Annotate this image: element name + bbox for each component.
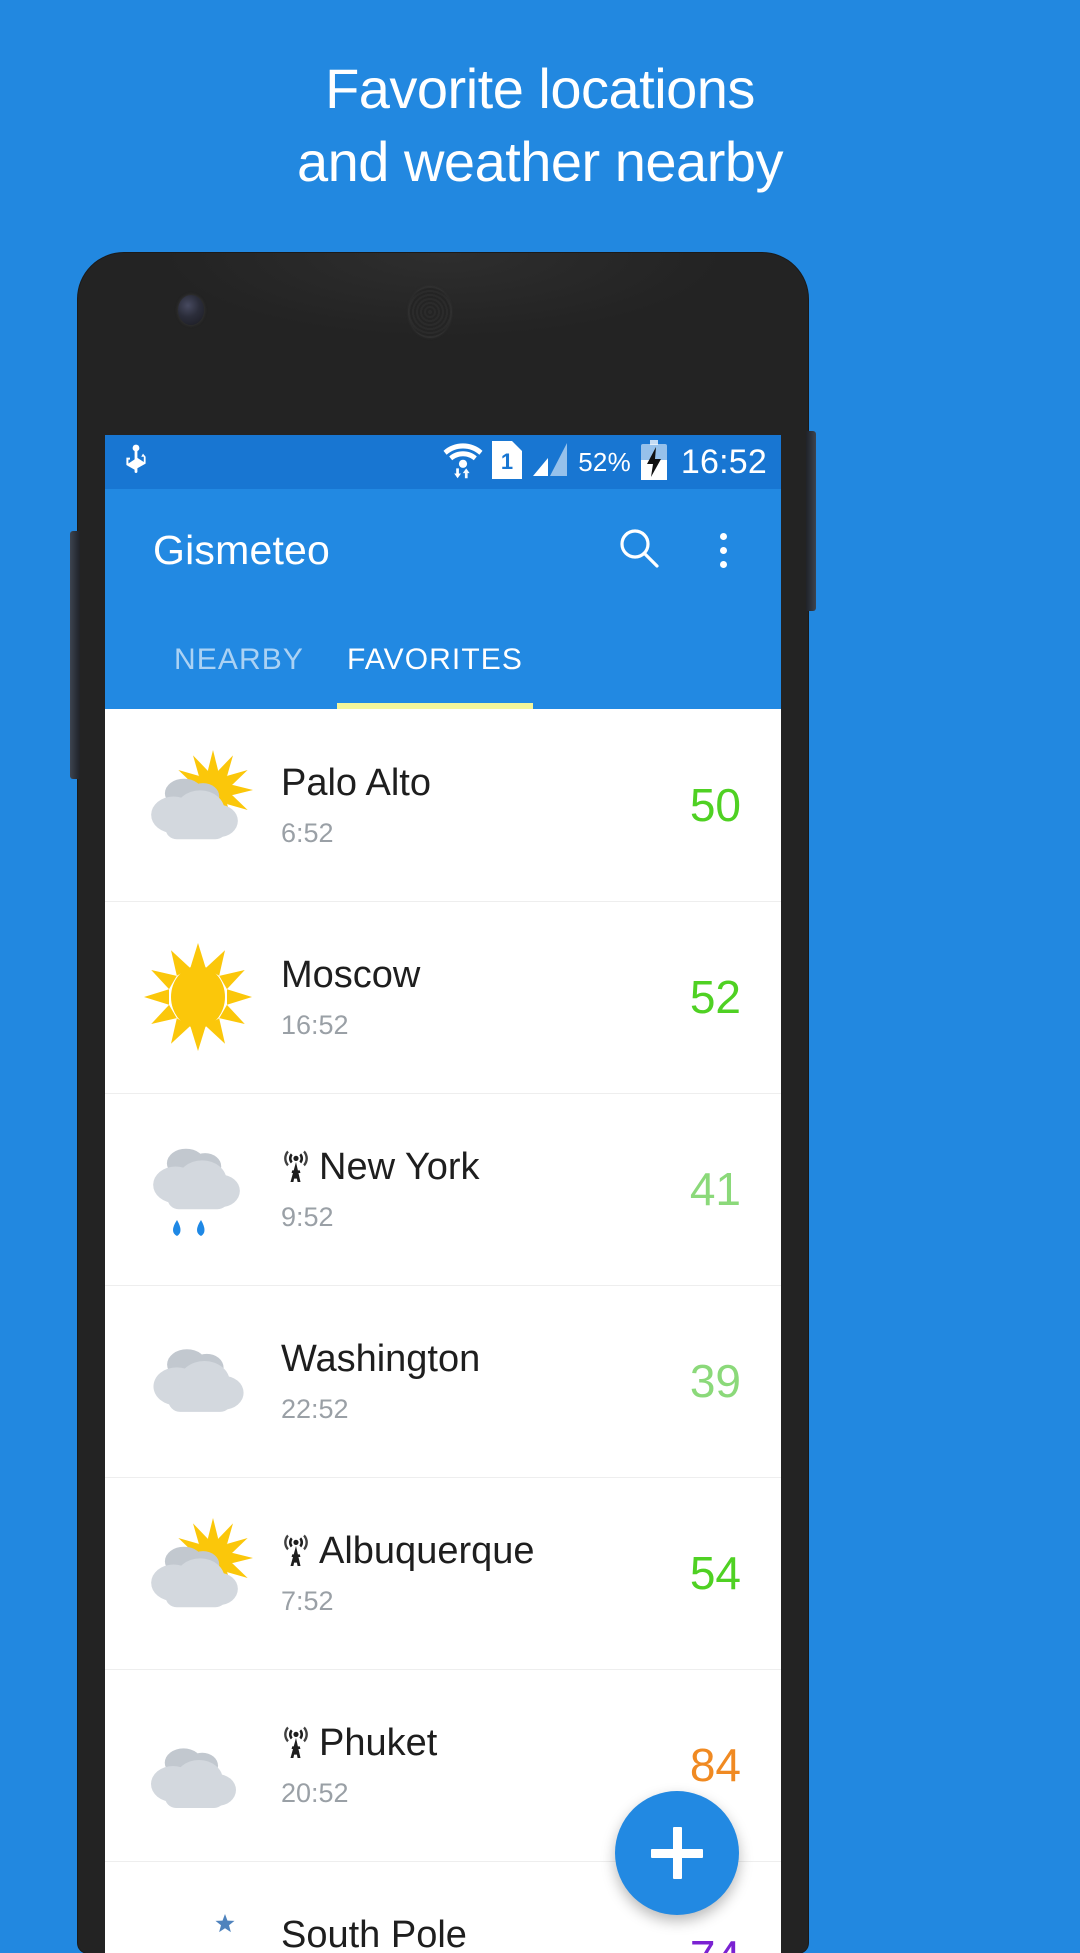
search-icon <box>616 525 662 576</box>
app-bar: Gismeteo <box>105 489 781 611</box>
tab-nearby-label: NEARBY <box>174 643 304 676</box>
add-location-fab[interactable] <box>615 1791 739 1915</box>
page-title: Gismeteo <box>153 526 331 573</box>
location-name: Albuquerque <box>319 1529 535 1572</box>
phone-screen: 1 52% 16:52 Gismeteo NEARBY FAVORITES Pa… <box>105 435 781 1953</box>
temperature-value: 41 <box>689 1163 741 1215</box>
local-time: 22:52 <box>281 1394 349 1425</box>
location-name: Phuket <box>319 1721 438 1764</box>
list-item[interactable]: Albuquerque 7:52 54 <box>105 1477 781 1669</box>
list-item-text: Washington 22:52 <box>259 1337 690 1425</box>
tab-nearby[interactable]: NEARBY <box>141 611 337 709</box>
battery-percent-label: 52% <box>578 447 631 477</box>
rain-icon <box>137 1128 259 1250</box>
battery-charging-icon <box>640 439 668 485</box>
temperature-value: 50 <box>689 779 741 831</box>
overflow-menu-button[interactable] <box>695 522 751 578</box>
location-name-row: New York <box>281 1145 690 1189</box>
location-name-row: South Pole <box>281 1913 664 1953</box>
clear-night-icon <box>137 1896 259 1953</box>
promo-heading: Favorite locations and weather nearby <box>296 57 784 194</box>
tab-bar: NEARBY FAVORITES <box>105 611 781 709</box>
local-time: 16:52 <box>281 1010 349 1041</box>
broadcast-station-icon <box>281 1534 311 1568</box>
sunny-icon <box>137 936 259 1058</box>
partly-cloudy-day-icon <box>137 744 259 866</box>
location-name-row: Albuquerque <box>281 1529 690 1573</box>
power-button[interactable] <box>806 431 816 611</box>
list-item-text: Phuket 20:52 <box>259 1721 690 1809</box>
status-bar-clock: 16:52 <box>680 443 767 481</box>
temperature-value: 52 <box>689 971 741 1023</box>
list-item-text: Albuquerque 7:52 <box>259 1529 690 1617</box>
sim-1-icon: 1 <box>492 440 523 484</box>
search-button[interactable] <box>611 522 667 578</box>
cell-signal-icon <box>531 442 569 483</box>
earpiece-speaker-icon <box>408 286 452 338</box>
location-name: Moscow <box>281 953 421 996</box>
broadcast-station-icon <box>281 1726 311 1760</box>
location-name: New York <box>319 1145 480 1188</box>
wifi-icon <box>443 441 483 484</box>
front-camera-icon <box>178 295 204 325</box>
local-time: 7:52 <box>281 1586 334 1617</box>
temperature-value: 39 <box>689 1355 741 1407</box>
list-item-text: South Pole15:52 <box>259 1913 664 1953</box>
favorites-list: Palo Alto 6:52 50 Moscow 16:52 52 New York 9:52… <box>105 709 781 1953</box>
list-item[interactable]: New York 9:52 41 <box>105 1093 781 1285</box>
list-item[interactable]: Palo Alto 6:52 50 <box>105 709 781 901</box>
plus-icon-vertical <box>672 1827 682 1879</box>
usb-icon <box>123 444 149 481</box>
overflow-menu-icon <box>719 532 727 568</box>
location-name: Palo Alto <box>281 761 431 804</box>
list-item-text: New York 9:52 <box>259 1145 690 1233</box>
temperature-value: 84 <box>689 1739 741 1791</box>
volume-button[interactable] <box>70 531 80 779</box>
local-time: 6:52 <box>281 818 334 849</box>
list-item[interactable]: Washington 22:52 39 <box>105 1285 781 1477</box>
location-name-row: Phuket <box>281 1721 690 1765</box>
location-name: South Pole <box>281 1913 467 1953</box>
sim-slot-number: 1 <box>501 449 513 474</box>
location-name: Washington <box>281 1337 481 1380</box>
status-bar: 1 52% 16:52 <box>105 435 781 489</box>
list-item-text: Palo Alto 6:52 <box>259 761 690 849</box>
local-time: 20:52 <box>281 1778 349 1809</box>
tab-favorites-label: FAVORITES <box>346 643 524 676</box>
phone-device-frame: 1 52% 16:52 Gismeteo NEARBY FAVORITES Pa… <box>70 253 816 1953</box>
local-time: 9:52 <box>281 1202 334 1233</box>
broadcast-station-icon <box>281 1150 311 1184</box>
tab-favorites[interactable]: FAVORITES <box>337 611 533 709</box>
partly-cloudy-day-icon <box>137 1512 259 1634</box>
list-item-text: Moscow 16:52 <box>259 953 690 1041</box>
partly-cloudy-night-icon <box>137 1704 259 1826</box>
location-name-row: Palo Alto <box>281 761 690 805</box>
location-name-row: Moscow <box>281 953 690 997</box>
phone-top-bezel <box>78 253 808 363</box>
cloudy-icon <box>137 1320 259 1442</box>
temperature-value: –74 <box>664 1934 741 1953</box>
location-name-row: Washington <box>281 1337 690 1381</box>
temperature-value: 54 <box>689 1547 741 1599</box>
list-item[interactable]: Moscow 16:52 52 <box>105 901 781 1093</box>
